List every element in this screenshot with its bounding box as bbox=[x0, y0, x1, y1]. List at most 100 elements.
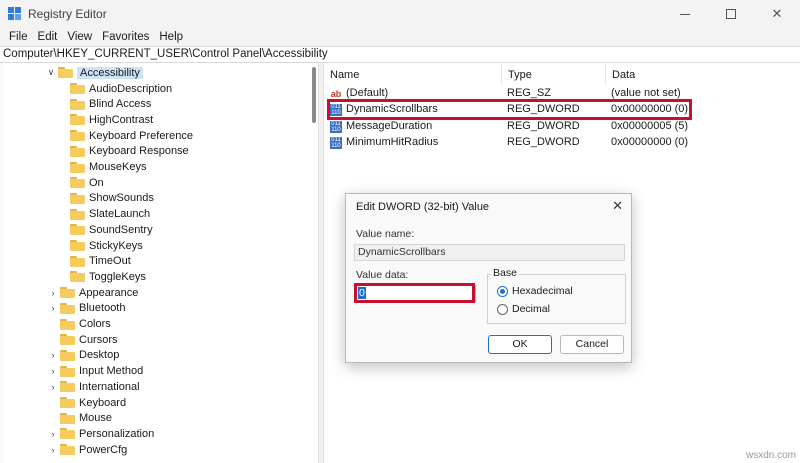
folder-icon bbox=[60, 349, 75, 361]
folder-icon bbox=[70, 240, 85, 252]
dialog-close-button[interactable]: ✕ bbox=[612, 198, 623, 214]
menu-favorites[interactable]: Favorites bbox=[97, 31, 154, 43]
tree-item-label: Input Method bbox=[79, 365, 144, 378]
address-bar[interactable]: Computer\HKEY_CURRENT_USER\Control Panel… bbox=[0, 46, 800, 63]
folder-icon bbox=[60, 287, 75, 299]
chevron-right-icon[interactable]: › bbox=[48, 366, 58, 376]
tree-item-label: Desktop bbox=[79, 349, 120, 362]
folder-icon bbox=[60, 428, 75, 440]
tree-item-label: StickyKeys bbox=[89, 239, 143, 252]
tree-item-label: SlateLaunch bbox=[89, 208, 151, 221]
tree-item-blind-access[interactable]: Blind Access bbox=[70, 96, 151, 112]
value-type: REG_DWORD bbox=[507, 136, 580, 148]
tree-item-soundsentry[interactable]: SoundSentry bbox=[70, 222, 153, 238]
registry-tree[interactable]: ∨ Accessibility AudioDescription Blind A… bbox=[0, 63, 318, 463]
folder-icon bbox=[60, 302, 75, 314]
menu-file[interactable]: File bbox=[4, 31, 33, 43]
folder-icon bbox=[70, 130, 85, 142]
column-header-name[interactable]: Name bbox=[324, 65, 502, 85]
chevron-right-icon[interactable]: › bbox=[48, 445, 58, 455]
chevron-right-icon[interactable]: › bbox=[48, 429, 58, 439]
tree-item-stickykeys[interactable]: StickyKeys bbox=[70, 238, 143, 254]
value-name: MessageDuration bbox=[346, 120, 433, 132]
tree-item-appearance[interactable]: › Appearance bbox=[48, 285, 139, 301]
value-name-field: DynamicScrollbars bbox=[354, 244, 625, 261]
tree-item-keyboard-response[interactable]: Keyboard Response bbox=[70, 144, 189, 160]
tree-item-label: Blind Access bbox=[89, 98, 152, 111]
folder-icon bbox=[70, 161, 85, 173]
chevron-right-icon[interactable]: › bbox=[48, 350, 58, 360]
folder-icon bbox=[70, 83, 85, 95]
radio-unchecked-icon bbox=[497, 303, 508, 315]
close-button[interactable]: ✕ bbox=[754, 0, 800, 28]
tree-item-slatelaunch[interactable]: SlateLaunch bbox=[70, 206, 150, 222]
chevron-down-icon[interactable]: ∨ bbox=[46, 67, 56, 78]
highlight-dynamicscrollbars-row bbox=[327, 99, 692, 120]
tree-item-label: Accessibility bbox=[77, 66, 143, 79]
registry-editor-icon bbox=[8, 7, 22, 21]
tree-item-on[interactable]: On bbox=[70, 175, 104, 191]
tree-item-international[interactable]: › International bbox=[48, 379, 140, 395]
radio-decimal[interactable]: Decimal bbox=[497, 303, 550, 315]
cancel-button[interactable]: Cancel bbox=[560, 335, 624, 354]
radio-decimal-label: Decimal bbox=[512, 303, 550, 315]
tree-item-desktop[interactable]: › Desktop bbox=[48, 348, 120, 364]
highlight-value-data bbox=[354, 283, 475, 303]
tree-item-keyboard[interactable]: Keyboard bbox=[48, 395, 126, 411]
tree-scrollbar-thumb[interactable] bbox=[312, 67, 316, 123]
tree-item-label: Mouse bbox=[79, 412, 113, 425]
radio-hexadecimal[interactable]: Hexadecimal bbox=[497, 285, 573, 297]
value-row[interactable]: 011 110 MessageDuration REG_DWORD 0x00000… bbox=[328, 119, 788, 135]
tree-item-audiodescription[interactable]: AudioDescription bbox=[70, 81, 172, 97]
chevron-right-icon[interactable]: › bbox=[48, 303, 58, 313]
value-data-label: Value data: bbox=[356, 269, 409, 281]
menu-bar: File Edit View Favorites Help bbox=[0, 28, 800, 46]
folder-icon bbox=[60, 397, 75, 409]
tree-item-accessibility[interactable]: ∨ Accessibility bbox=[46, 65, 143, 81]
tree-item-togglekeys[interactable]: ToggleKeys bbox=[70, 269, 146, 285]
tree-item-colors[interactable]: Colors bbox=[48, 316, 111, 332]
tree-item-timeout[interactable]: TimeOut bbox=[70, 253, 131, 269]
value-type: REG_DWORD bbox=[507, 120, 580, 132]
tree-item-keyboard-preference[interactable]: Keyboard Preference bbox=[70, 128, 193, 144]
tree-item-label: TimeOut bbox=[89, 255, 131, 268]
value-type: REG_SZ bbox=[507, 87, 552, 99]
tree-item-showsounds[interactable]: ShowSounds bbox=[70, 191, 154, 207]
menu-help[interactable]: Help bbox=[154, 31, 188, 43]
folder-icon bbox=[58, 67, 73, 79]
tree-item-mousekeys[interactable]: MouseKeys bbox=[70, 159, 146, 175]
tree-item-powercfg[interactable]: › PowerCfg bbox=[48, 442, 128, 458]
folder-icon bbox=[60, 412, 75, 424]
value-name: MinimumHitRadius bbox=[346, 136, 439, 148]
folder-icon bbox=[70, 114, 85, 126]
value-name: (Default) bbox=[346, 87, 389, 99]
menu-view[interactable]: View bbox=[62, 31, 97, 43]
tree-item-label: Cursors bbox=[79, 333, 118, 346]
tree-item-input-method[interactable]: › Input Method bbox=[48, 363, 144, 379]
tree-item-label: Keyboard bbox=[79, 396, 127, 409]
chevron-right-icon[interactable]: › bbox=[48, 382, 58, 392]
tree-item-label: AudioDescription bbox=[89, 82, 173, 95]
column-header-type[interactable]: Type bbox=[502, 65, 606, 85]
tree-item-label: International bbox=[79, 380, 140, 393]
folder-icon bbox=[70, 177, 85, 189]
tree-item-label: MouseKeys bbox=[89, 161, 147, 174]
binary-value-icon: 011 110 bbox=[330, 137, 342, 149]
maximize-button[interactable] bbox=[708, 0, 754, 28]
tree-item-cursors[interactable]: Cursors bbox=[48, 332, 118, 348]
tree-item-highcontrast[interactable]: HighContrast bbox=[70, 112, 153, 128]
minimize-button[interactable] bbox=[662, 0, 708, 28]
folder-icon bbox=[70, 145, 85, 157]
chevron-right-icon[interactable]: › bbox=[48, 288, 58, 298]
tree-item-mouse[interactable]: Mouse bbox=[48, 410, 112, 426]
tree-item-personalization[interactable]: › Personalization bbox=[48, 426, 155, 442]
tree-item-label: Keyboard Response bbox=[89, 145, 189, 158]
folder-icon bbox=[70, 255, 85, 267]
folder-icon bbox=[70, 98, 85, 110]
value-row[interactable]: 011 110 MinimumHitRadius REG_DWORD 0x0000… bbox=[328, 135, 788, 151]
folder-icon bbox=[70, 192, 85, 204]
menu-edit[interactable]: Edit bbox=[33, 31, 63, 43]
column-header-data[interactable]: Data bbox=[606, 65, 796, 85]
ok-button[interactable]: OK bbox=[488, 335, 552, 354]
tree-item-bluetooth[interactable]: › Bluetooth bbox=[48, 301, 126, 317]
